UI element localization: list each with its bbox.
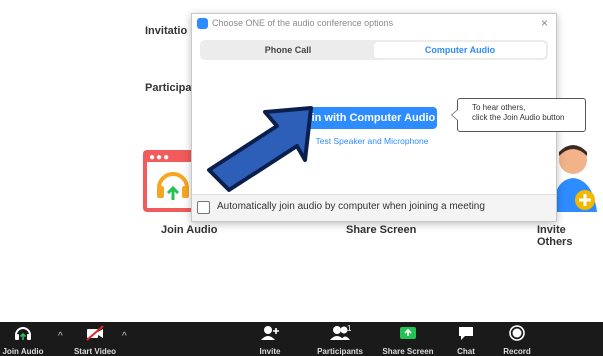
headphones-icon <box>15 327 31 340</box>
invitation-label: Invitatio <box>145 25 188 37</box>
record-toolbar-label: Record <box>503 347 531 356</box>
zoom-logo-icon <box>197 18 208 29</box>
participants-toolbar-label: Participants <box>317 347 363 356</box>
video-options-caret-icon[interactable]: ^ <box>122 331 127 342</box>
record-icon <box>509 325 525 341</box>
close-icon[interactable]: × <box>541 16 548 30</box>
invite-toolbar-button[interactable]: Invite <box>252 322 288 356</box>
join-audio-toolbar-label: Join Audio <box>2 347 44 356</box>
start-video-toolbar-label: Start Video <box>73 347 117 356</box>
share-screen-icon <box>400 327 416 339</box>
audio-mode-tabs: Phone Call Computer Audio <box>200 40 548 60</box>
dialog-footer: Automatically join audio by computer whe… <box>192 195 556 221</box>
start-video-toolbar-button[interactable]: Start Video <box>68 322 122 356</box>
join-audio-tooltip: To hear others, click the Join Audio but… <box>451 98 586 132</box>
join-audio-toolbar-button[interactable]: Join Audio <box>0 322 46 356</box>
chat-toolbar-button[interactable]: Chat <box>451 322 481 356</box>
participants-toolbar-button[interactable]: 1 Participants <box>312 322 368 356</box>
tab-computer-audio[interactable]: Computer Audio <box>374 42 546 58</box>
auto-join-label[interactable]: Automatically join audio by computer whe… <box>217 201 485 212</box>
join-audio-tile-label: Join Audio <box>161 224 218 236</box>
participants-label: Participa <box>145 82 192 94</box>
invite-toolbar-label: Invite <box>259 347 281 356</box>
tab-phone-call[interactable]: Phone Call <box>202 42 374 58</box>
tooltip-line-1: To hear others, <box>472 103 526 112</box>
participants-count-badge: 1 <box>347 324 352 333</box>
chat-toolbar-label: Chat <box>457 347 475 356</box>
tooltip-line-2: click the Join Audio button <box>472 113 565 122</box>
pointer-arrow-icon <box>207 106 313 192</box>
share-screen-toolbar-button[interactable]: Share Screen <box>381 322 435 356</box>
chat-icon <box>459 327 473 340</box>
invite-avatar-icon[interactable] <box>553 142 603 222</box>
audio-options-caret-icon[interactable]: ^ <box>58 331 63 342</box>
invite-others-tile-label: Invite Others <box>537 224 573 248</box>
meeting-toolbar: Join Audio ^ Start Video ^ Invite 1 Part… <box>0 322 603 356</box>
dialog-title: Choose ONE of the audio conference optio… <box>212 18 394 28</box>
record-toolbar-button[interactable]: Record <box>500 322 534 356</box>
auto-join-checkbox[interactable] <box>197 201 210 214</box>
share-screen-tile-label: Share Screen <box>346 224 417 236</box>
join-computer-audio-button[interactable]: Join with Computer Audio <box>297 107 437 129</box>
share-screen-toolbar-label: Share Screen <box>382 347 434 356</box>
headphones-icon <box>157 172 189 200</box>
video-off-icon <box>86 325 104 341</box>
add-person-icon <box>261 326 279 340</box>
